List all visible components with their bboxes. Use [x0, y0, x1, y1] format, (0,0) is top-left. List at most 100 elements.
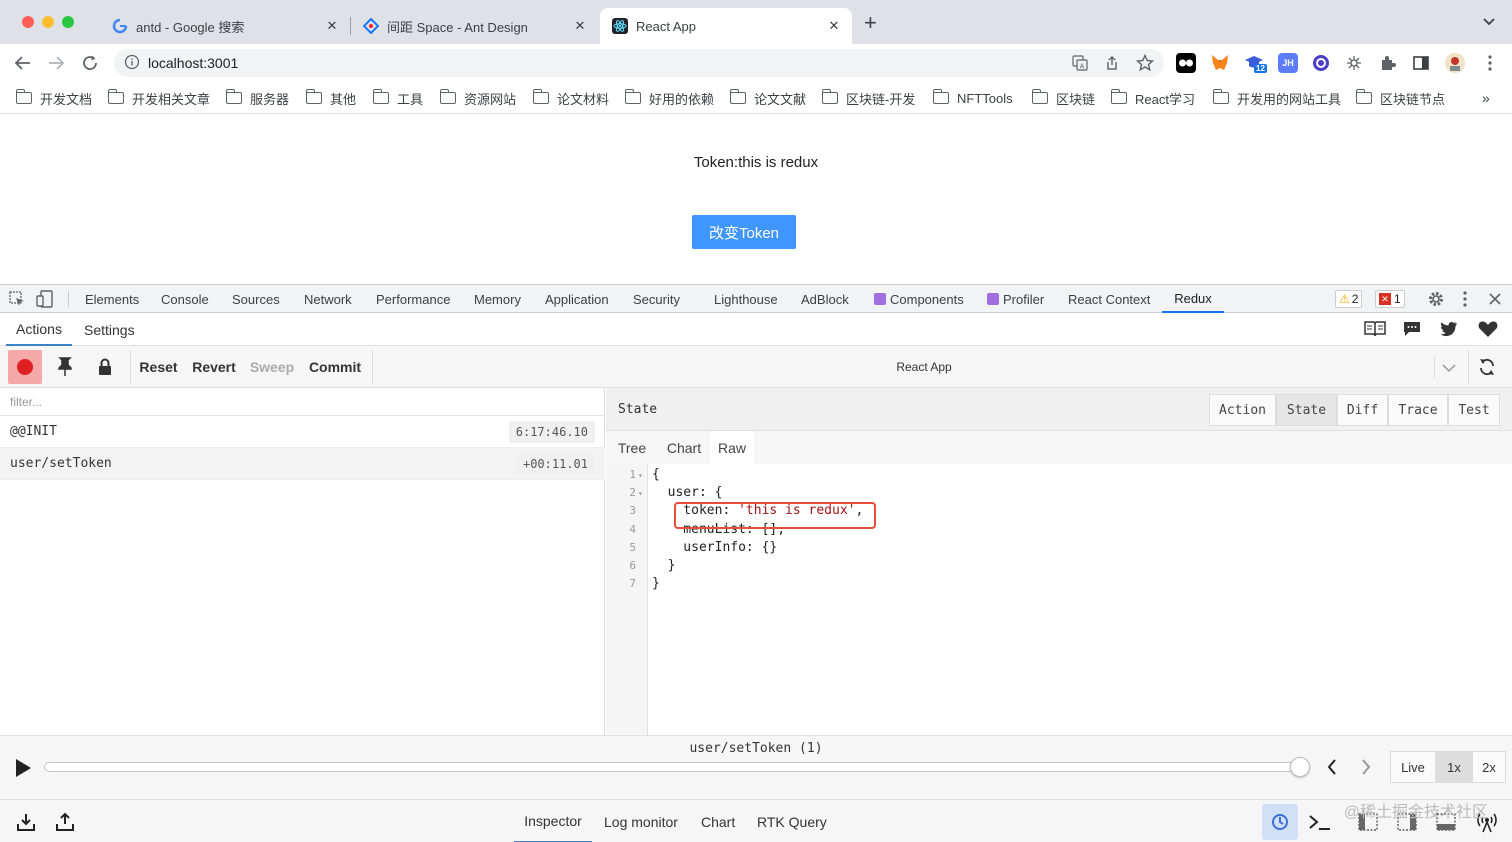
bookmark-folder[interactable]: 论文材料	[532, 88, 609, 108]
bookmark-folder[interactable]: 其他	[305, 88, 356, 108]
monitor-tab-rtk-query[interactable]: RTK Query	[757, 800, 827, 842]
speed-1x-button[interactable]: 1x	[1436, 751, 1472, 783]
subtab-chart[interactable]: Chart	[658, 431, 710, 464]
extension-jh-icon[interactable]: JH	[1278, 53, 1298, 73]
remote-sync-icon[interactable]	[1262, 804, 1298, 840]
browser-tab-react-app[interactable]: React App ✕	[600, 8, 852, 44]
speed-2x-button[interactable]: 2x	[1472, 751, 1506, 783]
close-tab-icon[interactable]: ✕	[826, 18, 842, 34]
profile-avatar[interactable]	[1445, 53, 1465, 73]
segment-action[interactable]: Action	[1209, 394, 1276, 426]
monitor-tab-log-monitor[interactable]: Log monitor	[604, 800, 678, 842]
errors-badge[interactable]: ✕ 1	[1375, 290, 1405, 308]
subtab-raw[interactable]: Raw	[710, 431, 754, 464]
segment-diff[interactable]: Diff	[1337, 394, 1388, 426]
devtools-tab-memory[interactable]: Memory	[474, 285, 521, 313]
close-tab-icon[interactable]: ✕	[324, 18, 340, 34]
monitor-tab-inspector[interactable]: Inspector	[514, 800, 592, 842]
reset-button[interactable]: Reset	[136, 350, 181, 384]
devtools-tab-react-context[interactable]: React Context	[1068, 285, 1150, 313]
side-panel-icon[interactable]	[1411, 53, 1431, 73]
forward-arrow-icon[interactable]	[44, 51, 68, 75]
url-text[interactable]: localhost:3001	[148, 55, 238, 71]
bookmark-folder[interactable]: 好用的依赖	[624, 88, 714, 108]
close-window-button[interactable]	[22, 16, 34, 28]
tab-settings[interactable]: Settings	[84, 313, 135, 346]
lock-icon[interactable]	[88, 350, 122, 384]
info-icon[interactable]	[124, 54, 140, 73]
import-download-icon[interactable]	[16, 812, 36, 835]
bookmark-folder[interactable]: 区块链	[1031, 88, 1095, 108]
change-token-button[interactable]: 改变Token	[692, 215, 796, 249]
bookmark-star-icon[interactable]	[1135, 53, 1155, 75]
tab-actions[interactable]: Actions	[6, 313, 72, 346]
bookmark-folder[interactable]: React学习	[1110, 88, 1195, 108]
docs-book-icon[interactable]	[1364, 320, 1386, 341]
maximize-window-button[interactable]	[62, 16, 74, 28]
devtools-tab-console[interactable]: Console	[161, 285, 209, 313]
twitter-icon[interactable]	[1440, 321, 1458, 340]
bookmark-folder[interactable]: 资源网站	[439, 88, 516, 108]
filter-input[interactable]: filter...	[0, 388, 605, 416]
action-item[interactable]: @@INIT 6:17:46.10	[0, 416, 605, 448]
bookmarks-overflow-button[interactable]: »	[1482, 88, 1490, 108]
play-icon[interactable]	[14, 758, 32, 781]
devtools-tab-lighthouse[interactable]: Lighthouse	[714, 285, 778, 313]
sweep-button[interactable]: Sweep	[247, 350, 297, 384]
devtools-tab-sources[interactable]: Sources	[232, 285, 280, 313]
step-forward-chevron-icon[interactable]	[1360, 759, 1372, 778]
devtools-tab-network[interactable]: Network	[304, 285, 352, 313]
address-bar[interactable]: localhost:3001 A	[114, 49, 1164, 77]
slider-thumb[interactable]	[1290, 757, 1310, 777]
speed-live-button[interactable]: Live	[1390, 751, 1436, 783]
bookmark-folder[interactable]: 开发相关文章	[107, 88, 210, 108]
device-toolbar-icon[interactable]	[36, 290, 54, 311]
minimize-window-button[interactable]	[42, 16, 54, 28]
action-item-selected[interactable]: user/setToken +00:11.01	[0, 448, 605, 480]
devtools-tab-application[interactable]: Application	[545, 285, 609, 313]
export-upload-icon[interactable]	[55, 812, 75, 835]
monitor-tab-chart[interactable]: Chart	[701, 800, 735, 842]
extension-tampermonkey-icon[interactable]	[1176, 53, 1196, 73]
commit-button[interactable]: Commit	[305, 350, 365, 384]
slider-track[interactable]	[44, 762, 1310, 772]
devtools-tab-adblock[interactable]: AdBlock	[801, 285, 849, 313]
extensions-puzzle-icon[interactable]	[1378, 53, 1398, 73]
fold-arrow-icon[interactable]: ▾	[638, 486, 643, 502]
chevron-down-icon[interactable]	[1442, 361, 1456, 376]
devtools-close-icon[interactable]	[1488, 292, 1502, 309]
extension-graduation-icon[interactable]: 12	[1244, 53, 1267, 73]
bookmark-folder[interactable]: 开发用的网站工具	[1212, 88, 1341, 108]
persist-pin-icon[interactable]	[48, 350, 82, 384]
bookmark-folder[interactable]: 区块链节点	[1355, 88, 1445, 108]
back-arrow-icon[interactable]	[11, 51, 35, 75]
bookmark-folder[interactable]: 论文文献	[729, 88, 806, 108]
bookmark-folder[interactable]: NFTTools	[932, 88, 1013, 108]
translate-icon[interactable]: A	[1072, 55, 1088, 74]
devtools-tab-profiler[interactable]: Profiler	[987, 285, 1044, 313]
devtools-tab-security[interactable]: Security	[633, 285, 680, 313]
extension-metamask-icon[interactable]	[1210, 53, 1230, 73]
devtools-tab-performance[interactable]: Performance	[376, 285, 450, 313]
browser-tab-antd[interactable]: 间距 Space - Ant Design ✕	[351, 8, 598, 44]
tab-search-chevron-icon[interactable]	[1482, 14, 1496, 28]
extension-circle-icon[interactable]	[1311, 53, 1331, 73]
bookmark-folder[interactable]: 区块链-开发	[821, 88, 915, 108]
bookmark-folder[interactable]: 开发文档	[15, 88, 92, 108]
browser-tab-google[interactable]: antd - Google 搜索 ✕	[100, 8, 350, 44]
feedback-chat-icon[interactable]	[1403, 321, 1421, 340]
record-button[interactable]	[8, 350, 42, 384]
reload-icon[interactable]	[78, 51, 102, 75]
devtools-more-icon[interactable]	[1463, 291, 1467, 310]
close-tab-icon[interactable]: ✕	[572, 18, 588, 34]
step-back-chevron-icon[interactable]	[1326, 759, 1338, 778]
revert-button[interactable]: Revert	[188, 350, 240, 384]
segment-state[interactable]: State	[1276, 394, 1337, 426]
devtools-settings-gear-icon[interactable]	[1427, 290, 1445, 311]
terminal-prompt-icon[interactable]	[1308, 812, 1332, 835]
inspect-element-icon[interactable]	[9, 291, 25, 310]
instance-select[interactable]: React App	[380, 350, 1468, 384]
extension-bug-icon[interactable]	[1344, 53, 1364, 73]
warnings-badge[interactable]: ⚠ 2	[1335, 290, 1363, 308]
sync-refresh-icon[interactable]	[1478, 357, 1496, 380]
